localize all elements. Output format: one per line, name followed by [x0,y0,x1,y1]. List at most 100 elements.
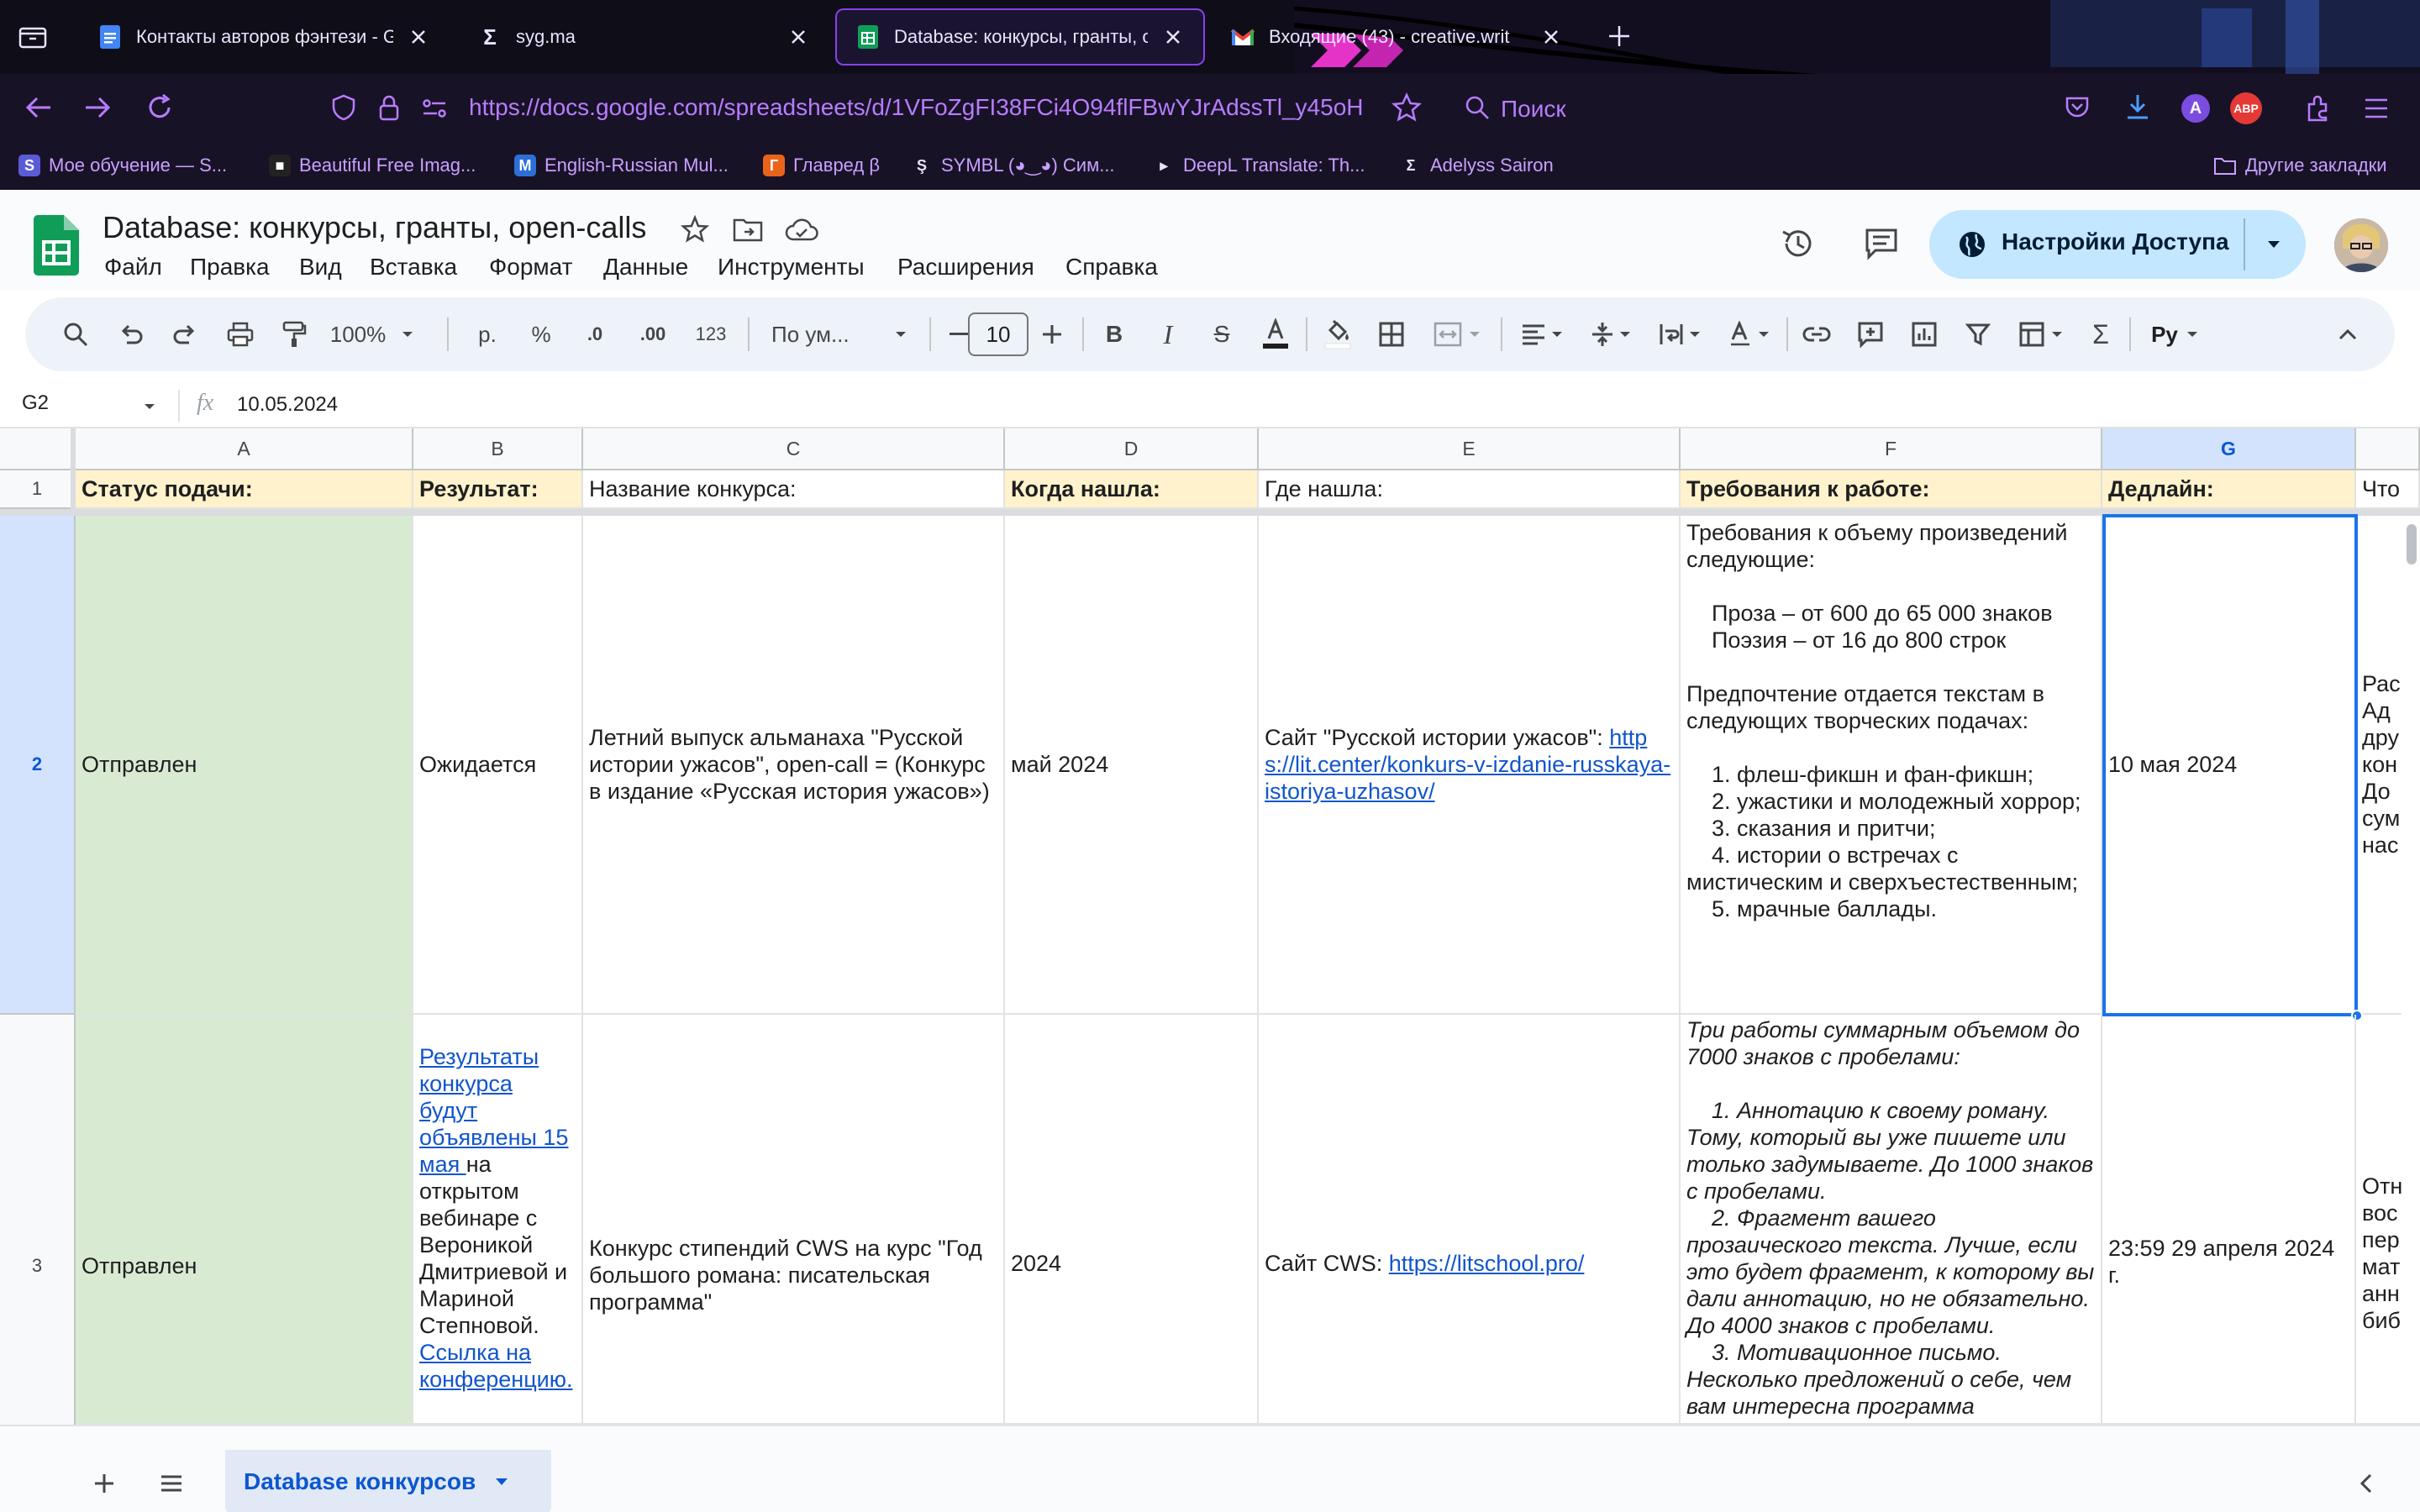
frozen-row-divider[interactable] [0,509,2420,516]
undo-button[interactable] [111,309,151,360]
address-bar[interactable]: https://docs.google.com/spreadsheets/d/1… [319,82,1445,133]
decrease-decimal-button[interactable]: .0 [573,309,617,360]
menu-help[interactable]: Справка [1065,254,1158,281]
menu-view[interactable]: Вид [299,254,342,281]
input-tools-button[interactable]: Ру [2139,309,2210,360]
all-sheets-button[interactable] [151,1463,192,1504]
close-icon[interactable] [1539,25,1563,49]
zoom-select[interactable]: 100% [326,309,418,360]
source-link[interactable]: https://litschool.pro/ [1389,1251,1585,1276]
account-avatar-icon[interactable]: A [2181,94,2210,123]
menu-data[interactable]: Данные [603,254,688,281]
header-cell-deadline[interactable]: Дедлайн: [2102,470,2356,509]
vertical-scroll-thumb[interactable] [2407,524,2417,564]
borders-button[interactable] [1371,309,1412,360]
where-found-cell[interactable]: Сайт CWS: https://litschool.pro/ [1259,1015,1681,1425]
move-folder-icon[interactable] [733,217,763,242]
vertical-align-button[interactable] [1581,309,1640,360]
share-button[interactable]: Настройки Доступа [1929,210,2306,279]
increase-font-size-button[interactable] [1034,309,1071,360]
menu-edit[interactable]: Правка [190,254,270,281]
percent-format-button[interactable]: % [521,309,561,360]
paint-format-button[interactable] [274,309,314,360]
bookmark-item[interactable]: M English-Russian Mul... [514,153,729,178]
deadline-cell[interactable]: 23:59 29 апреля 2024 г. [2102,1015,2356,1425]
text-color-button[interactable] [1255,309,1296,360]
header-cell-where-found[interactable]: Где нашла: [1259,470,1681,509]
header-cell-status[interactable]: Статус подачи: [76,470,413,509]
site-permissions-icon[interactable] [422,97,447,119]
column-header-h[interactable] [2356,428,2420,470]
tab-gmail[interactable]: Входящие (43) - creative.writ [1212,8,1581,66]
text-rotation-button[interactable] [1719,309,1778,360]
column-header-f[interactable]: F [1681,428,2102,470]
tab-contacts[interactable]: Контакты авторов фэнтези - G [79,8,449,66]
search-box[interactable]: Поиск [1454,82,2033,133]
print-button[interactable] [220,309,260,360]
tab-sygma[interactable]: Σ syg.ma [459,8,829,66]
column-header-b[interactable]: B [413,428,583,470]
close-icon[interactable] [786,25,810,49]
column-header-c[interactable]: C [583,428,1005,470]
star-icon[interactable] [681,215,709,244]
extensions-icon[interactable] [2304,94,2333,123]
menu-extensions[interactable]: Расширения [897,254,1034,281]
select-all-corner[interactable] [0,428,76,470]
merge-cells-button[interactable] [1423,309,1491,360]
new-tab-icon[interactable] [1605,22,1634,50]
when-found-cell[interactable]: 2024 [1005,1015,1259,1425]
bold-button[interactable]: B [1094,309,1134,360]
column-header-e[interactable]: E [1259,428,1681,470]
text-wrapping-button[interactable] [1650,309,1709,360]
tab-database[interactable]: Database: конкурсы, гранты, о [835,8,1205,66]
download-icon[interactable] [2124,92,2151,121]
requirements-cell[interactable]: Три работы суммарным объемом до 7000 зна… [1681,1015,2102,1425]
contest-name-cell[interactable]: Летний выпуск альманаха "Русской истории… [583,516,1005,1015]
insert-link-button[interactable] [1797,309,1837,360]
sheet-tab-active[interactable]: Database конкурсов [225,1450,551,1512]
reload-icon[interactable] [145,92,175,123]
fill-color-button[interactable] [1318,309,1358,360]
status-cell[interactable]: Отправлен [76,1015,413,1425]
lock-icon[interactable] [378,94,400,121]
currency-format-button[interactable]: р. [466,309,509,360]
vertical-scrollbar[interactable] [2402,516,2420,1425]
version-history-icon[interactable] [1780,225,1817,262]
shield-icon[interactable] [331,94,356,121]
adblock-icon[interactable]: ABP [2230,92,2262,124]
document-title[interactable]: Database: конкурсы, гранты, open-calls [103,210,646,245]
results-link[interactable]: Результаты конкурса будут объявлены 15 м… [419,1044,568,1177]
close-icon[interactable] [1161,25,1185,49]
cloud-saved-icon[interactable] [785,218,818,242]
horizontal-align-button[interactable] [1512,309,1571,360]
font-family-select[interactable]: По ум... [760,309,919,360]
column-header-g[interactable]: G [2102,428,2356,470]
functions-button[interactable]: Σ [2081,309,2121,360]
bookmark-star-icon[interactable] [1392,92,1422,123]
menu-format[interactable]: Формат [489,254,572,281]
close-icon[interactable] [407,25,430,49]
header-cell-result[interactable]: Результат: [413,470,583,509]
bookmark-item[interactable]: S Мое обучение — S... [18,153,227,178]
formula-input[interactable]: 10.05.2024 [237,393,338,417]
comments-icon[interactable] [1864,227,1899,260]
bookmark-item[interactable]: Г Главред β [763,153,880,178]
more-formats-button[interactable]: 123 [687,309,734,360]
back-icon[interactable] [24,94,54,121]
strikethrough-button[interactable]: S [1202,309,1242,360]
header-cell-contest-name[interactable]: Название конкурса: [583,470,1005,509]
search-menus-button[interactable] [55,309,96,360]
user-avatar[interactable] [2334,218,2388,272]
insert-comment-button[interactable] [1850,309,1891,360]
other-bookmarks[interactable]: Другие закладки [2213,153,2387,178]
hide-menus-button[interactable] [2328,309,2368,360]
chevron-down-icon[interactable] [494,1477,509,1487]
bookmark-item[interactable]: Σ Adelyss Sairon [1400,153,1554,178]
redo-button[interactable] [165,309,205,360]
pocket-icon[interactable] [2064,94,2091,121]
forward-icon[interactable] [82,94,113,121]
font-size-input[interactable]: 10 [968,312,1028,356]
header-cell-requirements[interactable]: Требования к работе: [1681,470,2102,509]
header-cell-when-found[interactable]: Когда нашла: [1005,470,1259,509]
result-cell[interactable]: Ожидается [413,516,583,1015]
